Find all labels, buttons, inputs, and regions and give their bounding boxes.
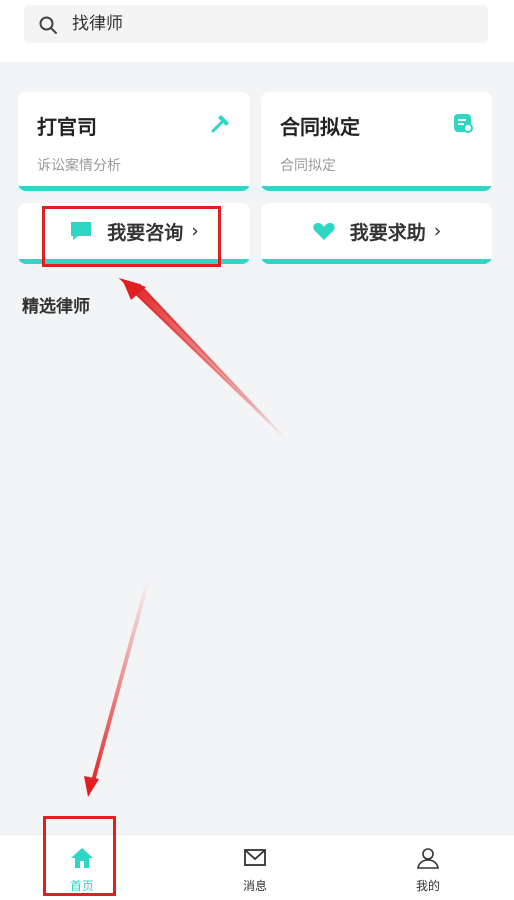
contract-card[interactable]: 合同拟定 合同拟定: [261, 92, 492, 191]
arrow-head-consult: [122, 279, 146, 300]
arrow-to-consult: [118, 278, 288, 441]
lawsuit-card[interactable]: 打官司 诉讼案情分析: [18, 92, 250, 191]
top-bar: 找律师: [0, 0, 514, 62]
user-icon: [417, 848, 439, 869]
arrow-to-home: [90, 579, 150, 786]
featured-lawyers-heading: 精选律师: [22, 297, 90, 317]
highlight-box-consult: [42, 206, 221, 267]
document-icon: [454, 114, 473, 133]
contract-subtitle: 合同拟定: [280, 158, 336, 174]
help-label: 我要求助: [349, 221, 426, 244]
lawsuit-subtitle: 诉讼案情分析: [37, 158, 121, 174]
card-accent-line: [18, 186, 250, 191]
highlight-box-home: [43, 816, 116, 896]
card-accent-line: [261, 186, 492, 191]
tab-profile[interactable]: 我的: [368, 835, 488, 900]
search-input[interactable]: 找律师: [24, 5, 488, 43]
chevron-right-icon: ›: [433, 220, 442, 242]
tab-messages-label: 消息: [242, 879, 267, 893]
tab-messages[interactable]: 消息: [195, 835, 315, 900]
arrow-head-home: [84, 776, 99, 797]
action-accent-line: [261, 259, 492, 264]
search-icon: [39, 16, 57, 34]
search-placeholder: 找律师: [72, 14, 123, 34]
contract-title: 合同拟定: [280, 115, 360, 139]
help-button[interactable]: 我要求助 ›: [261, 203, 492, 264]
lawsuit-title: 打官司: [37, 115, 97, 139]
heart-icon: [313, 223, 335, 240]
tab-profile-label: 我的: [415, 879, 440, 893]
hammer-icon: [211, 115, 229, 133]
mail-icon: [244, 849, 266, 866]
